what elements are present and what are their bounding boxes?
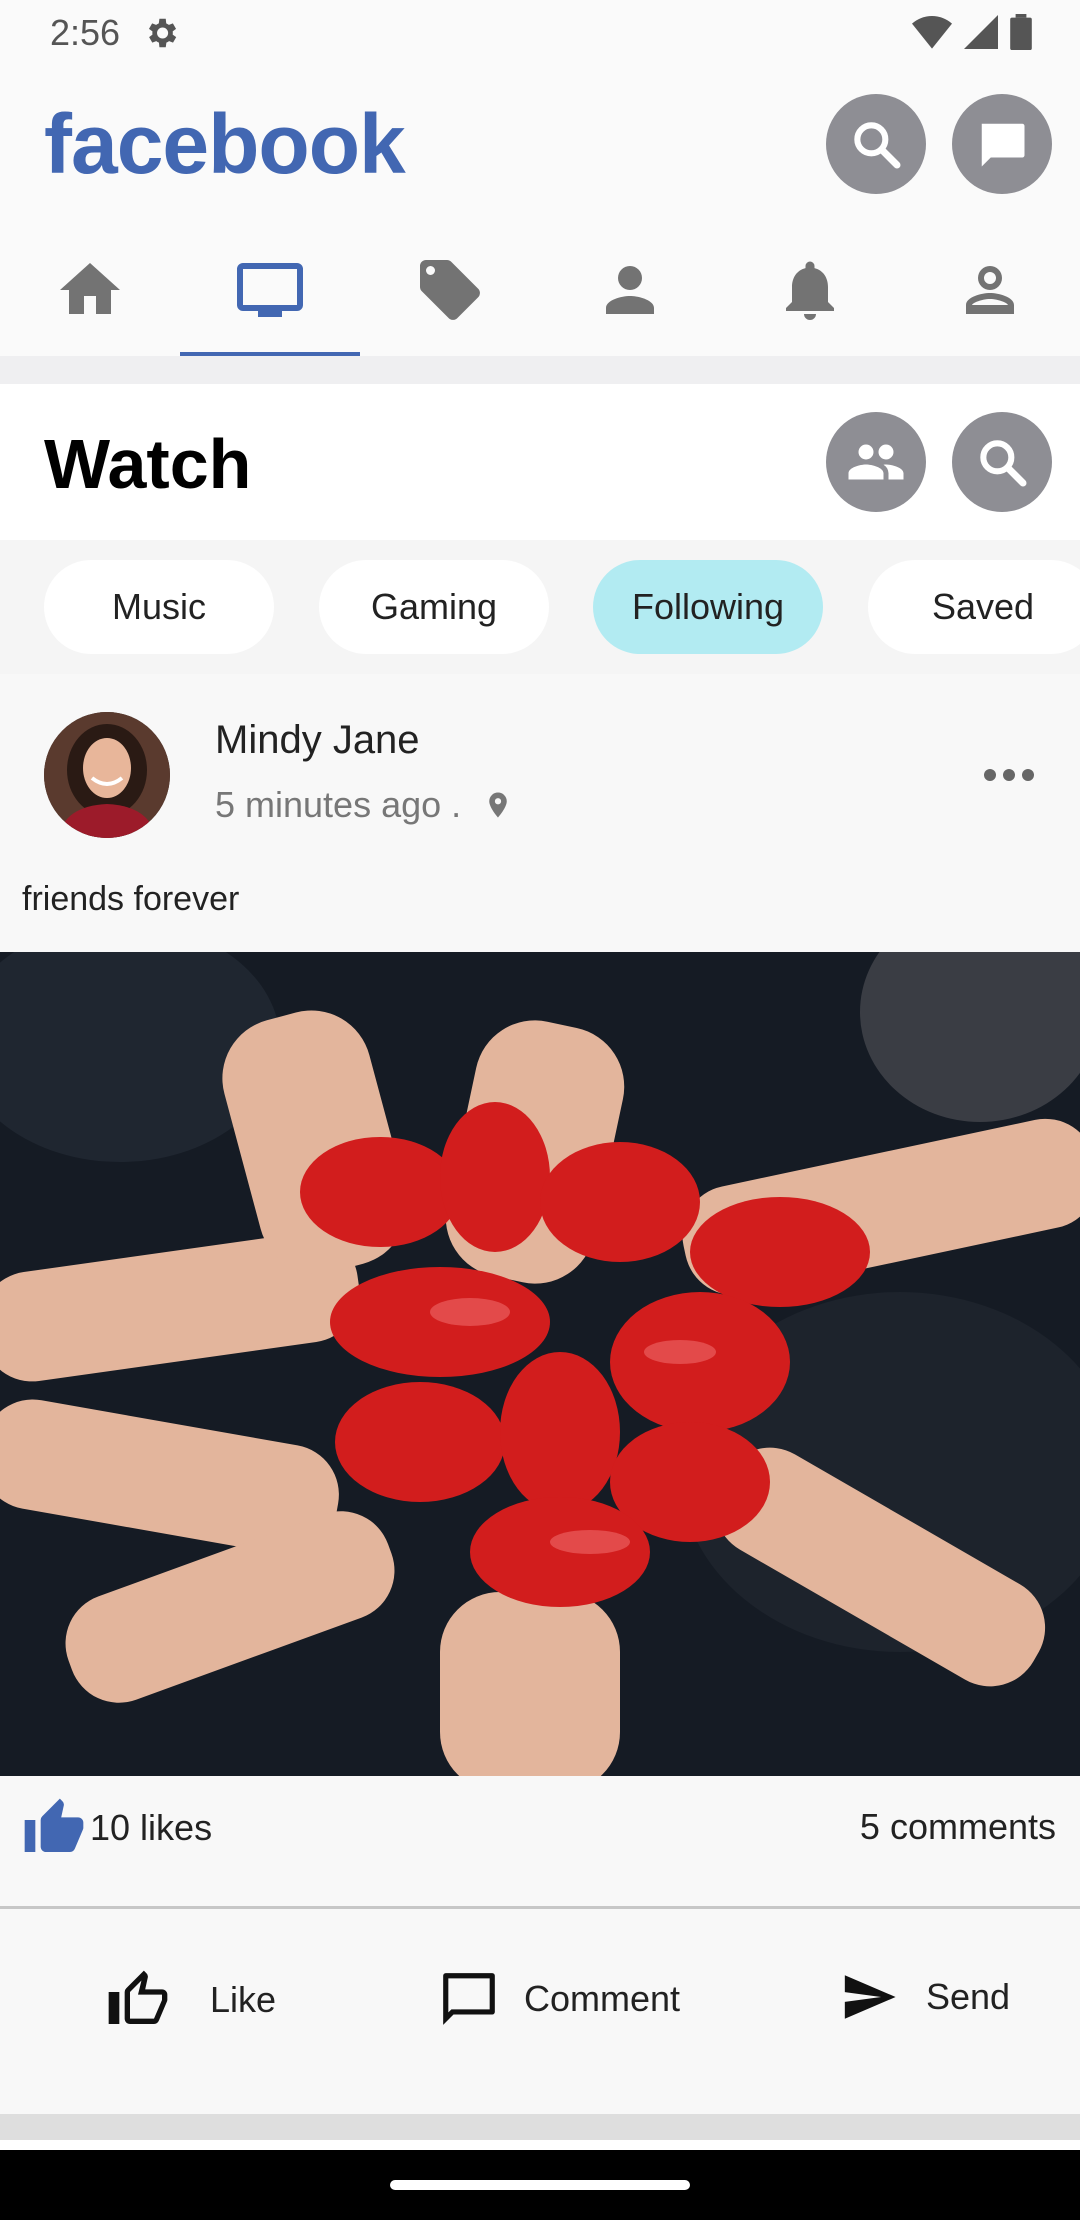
status-indicators bbox=[912, 14, 1032, 50]
tab-marketplace[interactable] bbox=[360, 224, 540, 356]
likes-count: 10 likes bbox=[90, 1807, 213, 1848]
search-icon bbox=[980, 440, 1027, 487]
post-time: 5 minutes ago . bbox=[215, 784, 462, 825]
comment-label: Comment bbox=[524, 1978, 681, 2019]
settings-gear-icon bbox=[148, 18, 177, 48]
tag-icon bbox=[420, 260, 480, 320]
divider bbox=[0, 1906, 1080, 1909]
send-icon bbox=[844, 1975, 896, 2019]
next-post-edge bbox=[0, 2114, 1080, 2140]
chip-gaming[interactable]: Gaming bbox=[319, 560, 549, 654]
wifi-icon bbox=[912, 16, 952, 49]
tab-notifications[interactable] bbox=[720, 224, 900, 356]
battery-icon bbox=[1010, 14, 1032, 50]
search-button[interactable] bbox=[826, 94, 926, 194]
tab-watch[interactable] bbox=[180, 224, 360, 356]
thumbs-up-filled-icon bbox=[24, 1798, 84, 1852]
watch-search-button[interactable] bbox=[952, 412, 1052, 512]
person-icon bbox=[606, 266, 654, 314]
watch-header: Watch bbox=[0, 384, 1080, 540]
like-button[interactable]: Like bbox=[106, 1968, 276, 2032]
hands-photo-image bbox=[0, 952, 1080, 1776]
app-bar: facebook bbox=[0, 66, 1080, 224]
search-icon bbox=[854, 122, 901, 169]
facebook-logo[interactable]: facebook bbox=[44, 96, 406, 193]
post-caption: friends forever bbox=[22, 880, 240, 918]
post-card: Mindy Jane 5 minutes ago . friends forev… bbox=[0, 674, 1080, 2114]
section-separator bbox=[0, 356, 1080, 384]
chip-saved[interactable]: Saved bbox=[868, 560, 1080, 654]
page-title: Watch bbox=[44, 425, 252, 503]
chip-music[interactable]: Music bbox=[44, 560, 274, 654]
comments-count[interactable]: 5 comments bbox=[860, 1806, 1056, 1848]
chip-following[interactable]: Following bbox=[593, 560, 823, 654]
tab-friends[interactable] bbox=[540, 224, 720, 356]
system-nav-bar bbox=[0, 2150, 1080, 2220]
tab-home[interactable] bbox=[0, 224, 180, 356]
tv-icon bbox=[237, 263, 303, 317]
avatar[interactable] bbox=[44, 712, 170, 838]
avatar-image bbox=[44, 712, 170, 838]
likes-summary[interactable]: 10 likes bbox=[22, 1796, 212, 1860]
post-actions: Like Comment Send bbox=[0, 1910, 1080, 2110]
home-icon bbox=[60, 263, 120, 314]
location-pin-icon bbox=[489, 792, 507, 818]
watch-friends-button[interactable] bbox=[826, 412, 926, 512]
status-bar: 2:56 bbox=[0, 0, 1080, 66]
send-button[interactable]: Send bbox=[838, 1968, 1010, 2026]
profile-icon bbox=[966, 266, 1014, 314]
top-nav-tabs bbox=[0, 224, 1080, 356]
comment-button[interactable]: Comment bbox=[438, 1968, 680, 2030]
post-author[interactable]: Mindy Jane bbox=[215, 718, 420, 763]
chat-bubble-icon bbox=[981, 123, 1025, 167]
bell-icon bbox=[786, 261, 834, 320]
post-photo[interactable] bbox=[0, 952, 1080, 1776]
messenger-button[interactable] bbox=[952, 94, 1052, 194]
post-meta: 5 minutes ago . bbox=[215, 784, 513, 826]
more-options-icon[interactable] bbox=[984, 766, 1034, 784]
thumbs-up-outline-icon bbox=[108, 1970, 168, 2024]
like-label: Like bbox=[210, 1979, 277, 2020]
home-gesture-handle[interactable] bbox=[390, 2180, 690, 2190]
signal-icon bbox=[964, 15, 998, 49]
people-icon bbox=[848, 444, 904, 480]
send-label: Send bbox=[926, 1976, 1011, 2017]
status-time: 2:56 bbox=[50, 12, 121, 53]
comment-icon bbox=[443, 1973, 495, 2025]
category-chips: Music Gaming Following Saved bbox=[0, 540, 1080, 674]
tab-profile[interactable] bbox=[900, 224, 1080, 356]
